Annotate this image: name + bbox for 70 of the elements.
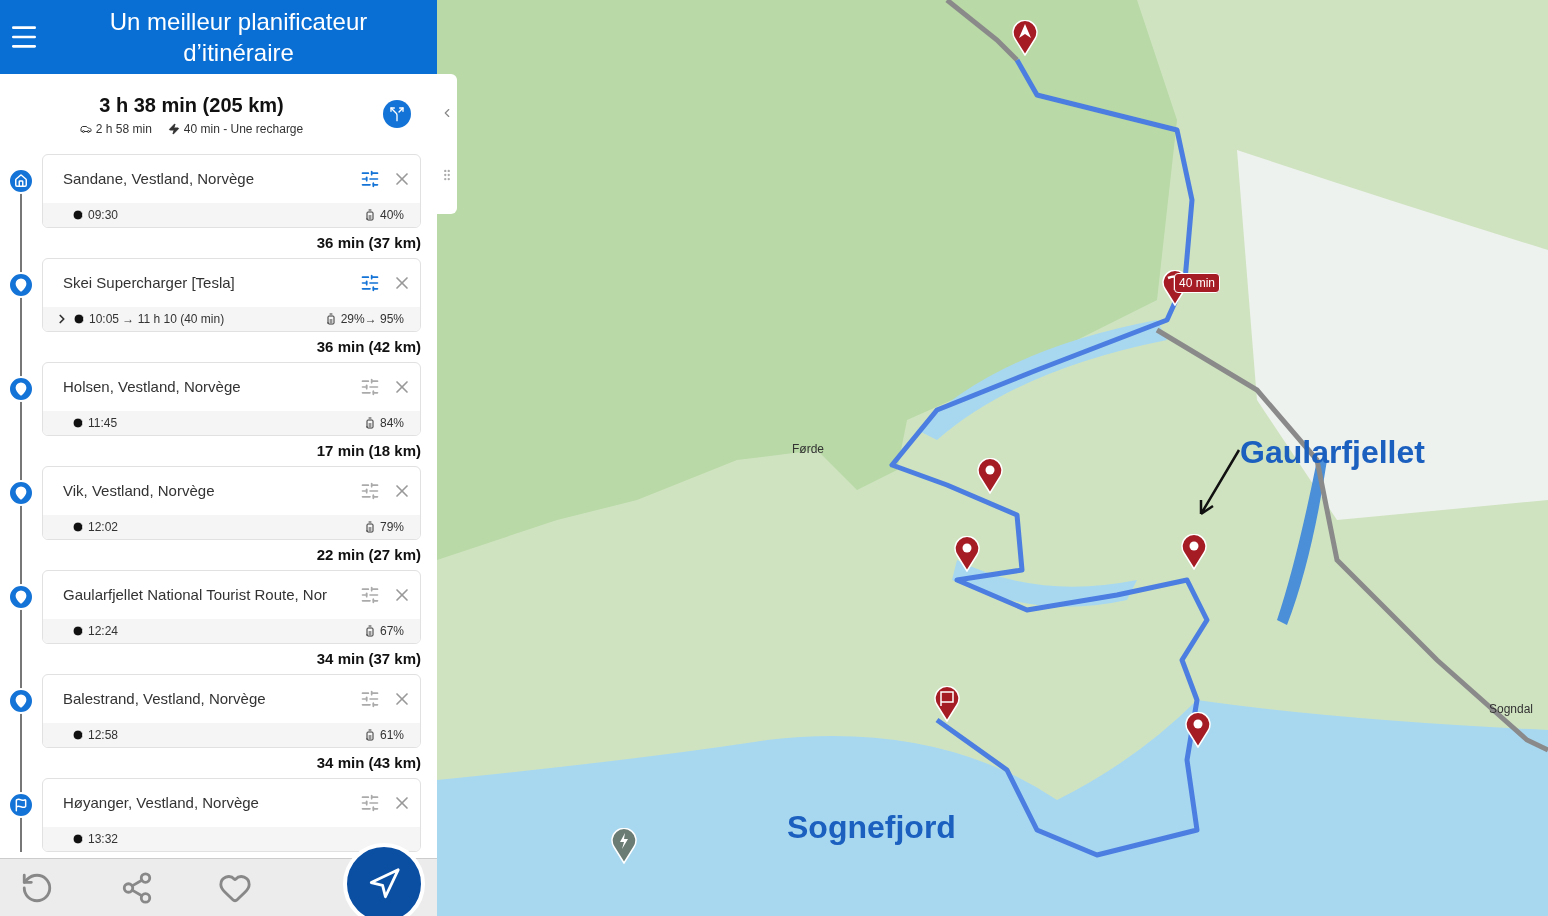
battery-level: 40%	[379, 207, 404, 224]
map-annotation: Gaularfjellet	[1240, 433, 1425, 472]
charger-station-icon[interactable]	[611, 828, 637, 864]
settings-icon[interactable]	[360, 585, 380, 605]
stop-time: 10:05 → 11 h 10 (40 min)	[89, 311, 225, 328]
stop-time: 12:58	[88, 727, 119, 744]
battery-icon	[363, 729, 376, 741]
town-label: Førde	[792, 441, 824, 458]
stop-card[interactable]: Vik, Vestland, Norvège 12:02 79%	[42, 466, 421, 540]
stop-card[interactable]: Skei Supercharger [Tesla] 10:05 → 11 h 10 (40 min) 29%→ 95%	[42, 258, 421, 332]
leg-duration: 34 min (43 km)	[316, 752, 421, 773]
battery-level: 29%→ 95%	[340, 311, 404, 328]
battery-level: 79%	[379, 519, 404, 536]
drive-time: 2 h 58 min	[95, 121, 152, 138]
battery-icon	[363, 521, 376, 533]
town-label: Sogndal	[1489, 701, 1534, 718]
stop-name: Balestrand, Vestland, Norvège	[63, 688, 267, 709]
settings-icon[interactable]	[360, 169, 380, 189]
stop-name: Gaularfjellet National Tourist Route, Nor	[63, 584, 329, 605]
stop-time: 09:30	[88, 207, 119, 224]
battery-icon	[363, 625, 376, 637]
leg-duration: 34 min (37 km)	[316, 648, 421, 669]
battery-level: 84%	[379, 415, 404, 432]
car-icon	[79, 123, 92, 135]
settings-icon[interactable]	[360, 689, 380, 709]
leg-duration: 22 min (27 km)	[316, 544, 421, 565]
battery-icon	[363, 209, 376, 221]
settings-icon[interactable]	[360, 793, 380, 813]
stop-name: Vik, Vestland, Norvège	[63, 480, 216, 501]
settings-icon[interactable]	[360, 481, 380, 501]
map-pin-icon[interactable]	[954, 536, 980, 572]
map-pin-icon[interactable]	[1181, 534, 1207, 570]
battery-level: 61%	[379, 727, 404, 744]
battery-level: 67%	[379, 623, 404, 640]
map-annotation: Sognefjord	[787, 808, 956, 847]
charge-time-badge: 40 min	[1174, 273, 1221, 293]
stop-time: 12:02	[88, 519, 119, 536]
stop-card[interactable]: Gaularfjellet National Tourist Route, Nor 12:24 67%	[42, 570, 421, 644]
stop-time: 11:45	[88, 415, 118, 432]
stop-time: 13:32	[88, 831, 119, 848]
leg-duration: 36 min (37 km)	[316, 232, 421, 253]
stop-card[interactable]: Balestrand, Vestland, Norvège 12:58 61%	[42, 674, 421, 748]
leg-duration: 36 min (42 km)	[316, 336, 421, 357]
map[interactable]: 40 min Førde Sogndal Gaularfjellet Sognefjord	[437, 0, 1548, 916]
leg-duration: 17 min (18 km)	[316, 440, 421, 461]
stop-card[interactable]: Høyanger, Vestland, Norvège 13:32	[42, 778, 421, 852]
finish-pin-icon[interactable]	[934, 686, 960, 722]
stop-name: Høyanger, Vestland, Norvège	[63, 792, 260, 813]
stop-name: Holsen, Vestland, Norvège	[63, 376, 242, 397]
map-pin-icon[interactable]	[977, 458, 1003, 494]
battery-icon	[363, 417, 376, 429]
navigation-pin-icon[interactable]	[1012, 20, 1038, 56]
navigation-arrow-icon	[367, 867, 401, 901]
stop-card[interactable]: Sandane, Vestland, Norvège 09:30 40%	[42, 154, 421, 228]
route-split-button[interactable]	[383, 100, 411, 128]
lightning-icon	[167, 123, 180, 135]
stop-name: Skei Supercharger [Tesla]	[63, 272, 236, 293]
charge-time: 40 min - Une recharge	[183, 121, 304, 138]
trip-total: 3 h 38 min (205 km)	[99, 93, 284, 118]
battery-icon	[324, 313, 337, 325]
stop-time: 12:24	[88, 623, 119, 640]
stop-name: Sandane, Vestland, Norvège	[63, 168, 255, 189]
fork-arrows-icon	[389, 106, 405, 122]
settings-icon[interactable]	[360, 377, 380, 397]
stop-card[interactable]: Holsen, Vestland, Norvège 11:45 84%	[42, 362, 421, 436]
map-handle[interactable]	[437, 74, 457, 214]
app-title: Un meilleur planificateur d’itinéraire	[108, 7, 369, 68]
settings-icon[interactable]	[360, 273, 380, 293]
share-icon[interactable]	[120, 870, 154, 905]
map-pin-icon[interactable]	[1185, 712, 1211, 748]
